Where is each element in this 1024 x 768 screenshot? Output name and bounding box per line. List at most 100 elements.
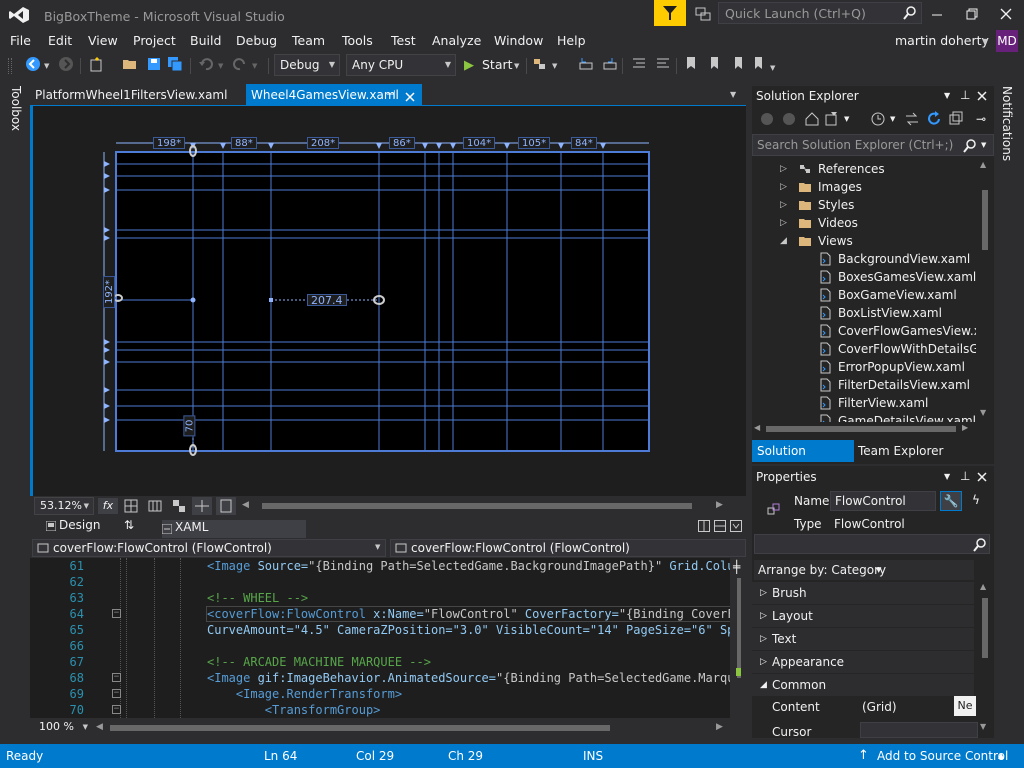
collapsed-arrow-icon[interactable]: ▷: [760, 628, 767, 650]
collapse-pane-icon[interactable]: [730, 520, 742, 535]
tree-item[interactable]: ◢ Views: [752, 232, 976, 250]
home-icon[interactable]: [804, 111, 820, 130]
tree-item[interactable]: ErrorPopupView.xaml: [752, 358, 976, 376]
xaml-code-editor[interactable]: 61 <Image Source="{Binding Path=SelectedG…: [30, 558, 746, 718]
collapsed-arrow-icon[interactable]: ▷: [760, 582, 767, 604]
expanded-arrow-icon[interactable]: ◢: [760, 674, 767, 696]
start-button[interactable]: Start: [482, 57, 513, 72]
tree-horizontal-scrollbar[interactable]: ◀ ▶: [752, 422, 976, 436]
tree-item[interactable]: ▷ Videos: [752, 214, 976, 232]
collapsed-arrow-icon[interactable]: ▷: [780, 196, 787, 214]
save-all-icon[interactable]: [166, 56, 186, 76]
split-editor-icon[interactable]: ╪: [733, 560, 740, 574]
previous-bookmark-icon[interactable]: [706, 56, 724, 76]
collapsed-arrow-icon[interactable]: ▷: [780, 160, 787, 178]
properties-search-box[interactable]: [754, 534, 990, 554]
navigate-forward-icon[interactable]: [56, 56, 76, 76]
column-width-label[interactable]: 84*: [571, 137, 597, 149]
solution-platform-dropdown[interactable]: Any CPU ▼: [346, 54, 456, 76]
history-dropdown-icon[interactable]: ▼: [890, 115, 895, 123]
menu-build[interactable]: Build: [190, 33, 221, 48]
restore-icon[interactable]: [965, 7, 979, 21]
redo-icon[interactable]: [230, 56, 250, 76]
open-folder-icon[interactable]: [120, 56, 140, 76]
menu-test[interactable]: Test: [391, 33, 416, 48]
property-category[interactable]: ◢ Common: [752, 674, 974, 696]
column-width-label[interactable]: 208*: [307, 137, 340, 149]
browser-link-dropdown-icon[interactable]: ▼: [552, 62, 557, 70]
collapse-region-icon[interactable]: −: [112, 689, 121, 698]
show-grid-icon[interactable]: [124, 499, 138, 516]
collapsed-arrow-icon[interactable]: ▷: [760, 651, 767, 673]
menu-window[interactable]: Window: [494, 33, 543, 48]
tree-item[interactable]: FilterDetailsView.xaml: [752, 376, 976, 394]
tab-platformwheel1filtersview[interactable]: PlatformWheel1FiltersView.xaml: [30, 84, 244, 106]
pin-icon[interactable]: ⊥: [960, 469, 970, 483]
clear-bookmarks-icon[interactable]: [750, 56, 768, 76]
tree-item[interactable]: CoverFlowWithDetailsGan: [752, 340, 976, 358]
uncomment-lines-icon[interactable]: [654, 56, 672, 76]
start-dropdown-icon[interactable]: ▼: [514, 62, 519, 70]
menu-debug[interactable]: Debug: [236, 33, 277, 48]
vertical-split-icon[interactable]: [698, 520, 710, 535]
menu-analyze[interactable]: Analyze: [432, 33, 481, 48]
forward-icon[interactable]: [782, 112, 796, 129]
snap-to-snaplines-icon[interactable]: [192, 497, 212, 515]
toolbar-overflow-icon[interactable]: ▼: [770, 64, 775, 72]
collapse-region-icon[interactable]: −: [112, 673, 121, 682]
tree-item[interactable]: BoxListView.xaml: [752, 304, 976, 322]
tab-overflow-icon[interactable]: ▼: [730, 90, 736, 99]
properties-wrench-icon[interactable]: 🔧: [940, 491, 962, 511]
scroll-down-icon[interactable]: ▼: [980, 722, 986, 731]
fx-effects-button[interactable]: fx: [98, 498, 118, 514]
name-field[interactable]: FlowControl: [830, 491, 936, 511]
snap-gridlines-icon[interactable]: [148, 499, 162, 516]
tree-item[interactable]: BoxesGamesView.xaml: [752, 268, 976, 286]
tree-item[interactable]: ▷ Styles: [752, 196, 976, 214]
tab-wheel4gamesview[interactable]: Wheel4GamesView.xaml ⊣: [246, 84, 422, 106]
menu-team[interactable]: Team: [292, 33, 325, 48]
scroll-right-icon[interactable]: ▶: [962, 423, 968, 432]
add-to-source-control-button[interactable]: Add to Source Control: [877, 749, 1008, 763]
undo-dropdown-icon[interactable]: ▼: [218, 62, 223, 70]
undo-icon[interactable]: [196, 56, 216, 76]
sync-icon[interactable]: [904, 111, 920, 130]
close-panel-icon[interactable]: [976, 90, 988, 105]
new-content-button[interactable]: Ne: [954, 696, 976, 716]
toolbox-tab[interactable]: Toolbox: [9, 86, 23, 131]
column-width-label[interactable]: 104*: [463, 137, 496, 149]
step-over-icon[interactable]: [600, 56, 620, 76]
pending-changes-filter-icon[interactable]: [824, 111, 840, 130]
history-icon[interactable]: [870, 111, 886, 130]
feedback-icon[interactable]: [694, 5, 712, 23]
redo-dropdown-icon[interactable]: ▼: [252, 62, 257, 70]
scroll-up-icon[interactable]: ▲: [980, 582, 986, 591]
designer-horizontal-scrollbar[interactable]: [262, 503, 692, 509]
xaml-tab[interactable]: XAML: [161, 520, 242, 538]
scroll-left-icon[interactable]: ◀: [754, 423, 760, 432]
notifications-tab[interactable]: Notifications: [1000, 86, 1014, 161]
tree-item[interactable]: ▷ References: [752, 160, 976, 178]
member-scope-dropdown[interactable]: coverFlow:FlowControl (FlowControl): [390, 539, 746, 557]
minimize-icon[interactable]: [930, 7, 944, 21]
new-project-icon[interactable]: [86, 56, 106, 76]
comment-lines-icon[interactable]: [630, 56, 648, 76]
cursor-field[interactable]: [860, 722, 978, 738]
horizontal-split-icon[interactable]: [714, 520, 726, 535]
close-panel-icon[interactable]: [976, 471, 988, 486]
bookmark-icon[interactable]: [682, 56, 700, 76]
panel-menu-icon[interactable]: ▼: [944, 91, 950, 100]
scroll-right-icon[interactable]: ▶: [716, 722, 723, 732]
column-width-label[interactable]: 88*: [231, 137, 257, 149]
properties-vertical-scrollbar[interactable]: ▲ ▼: [978, 582, 992, 738]
close-icon[interactable]: [999, 7, 1013, 21]
back-dropdown-icon[interactable]: ▼: [44, 62, 49, 70]
menu-project[interactable]: Project: [133, 33, 176, 48]
feedback-filter-badge[interactable]: [654, 0, 686, 26]
tree-item[interactable]: BackgroundView.xaml: [752, 250, 976, 268]
property-category[interactable]: ▷ Text: [752, 628, 974, 650]
tree-item[interactable]: FilterView.xaml: [752, 394, 976, 412]
navigate-back-icon[interactable]: [22, 56, 44, 76]
start-play-icon[interactable]: ▶: [464, 58, 474, 73]
collapsed-arrow-icon[interactable]: ▷: [780, 214, 787, 232]
